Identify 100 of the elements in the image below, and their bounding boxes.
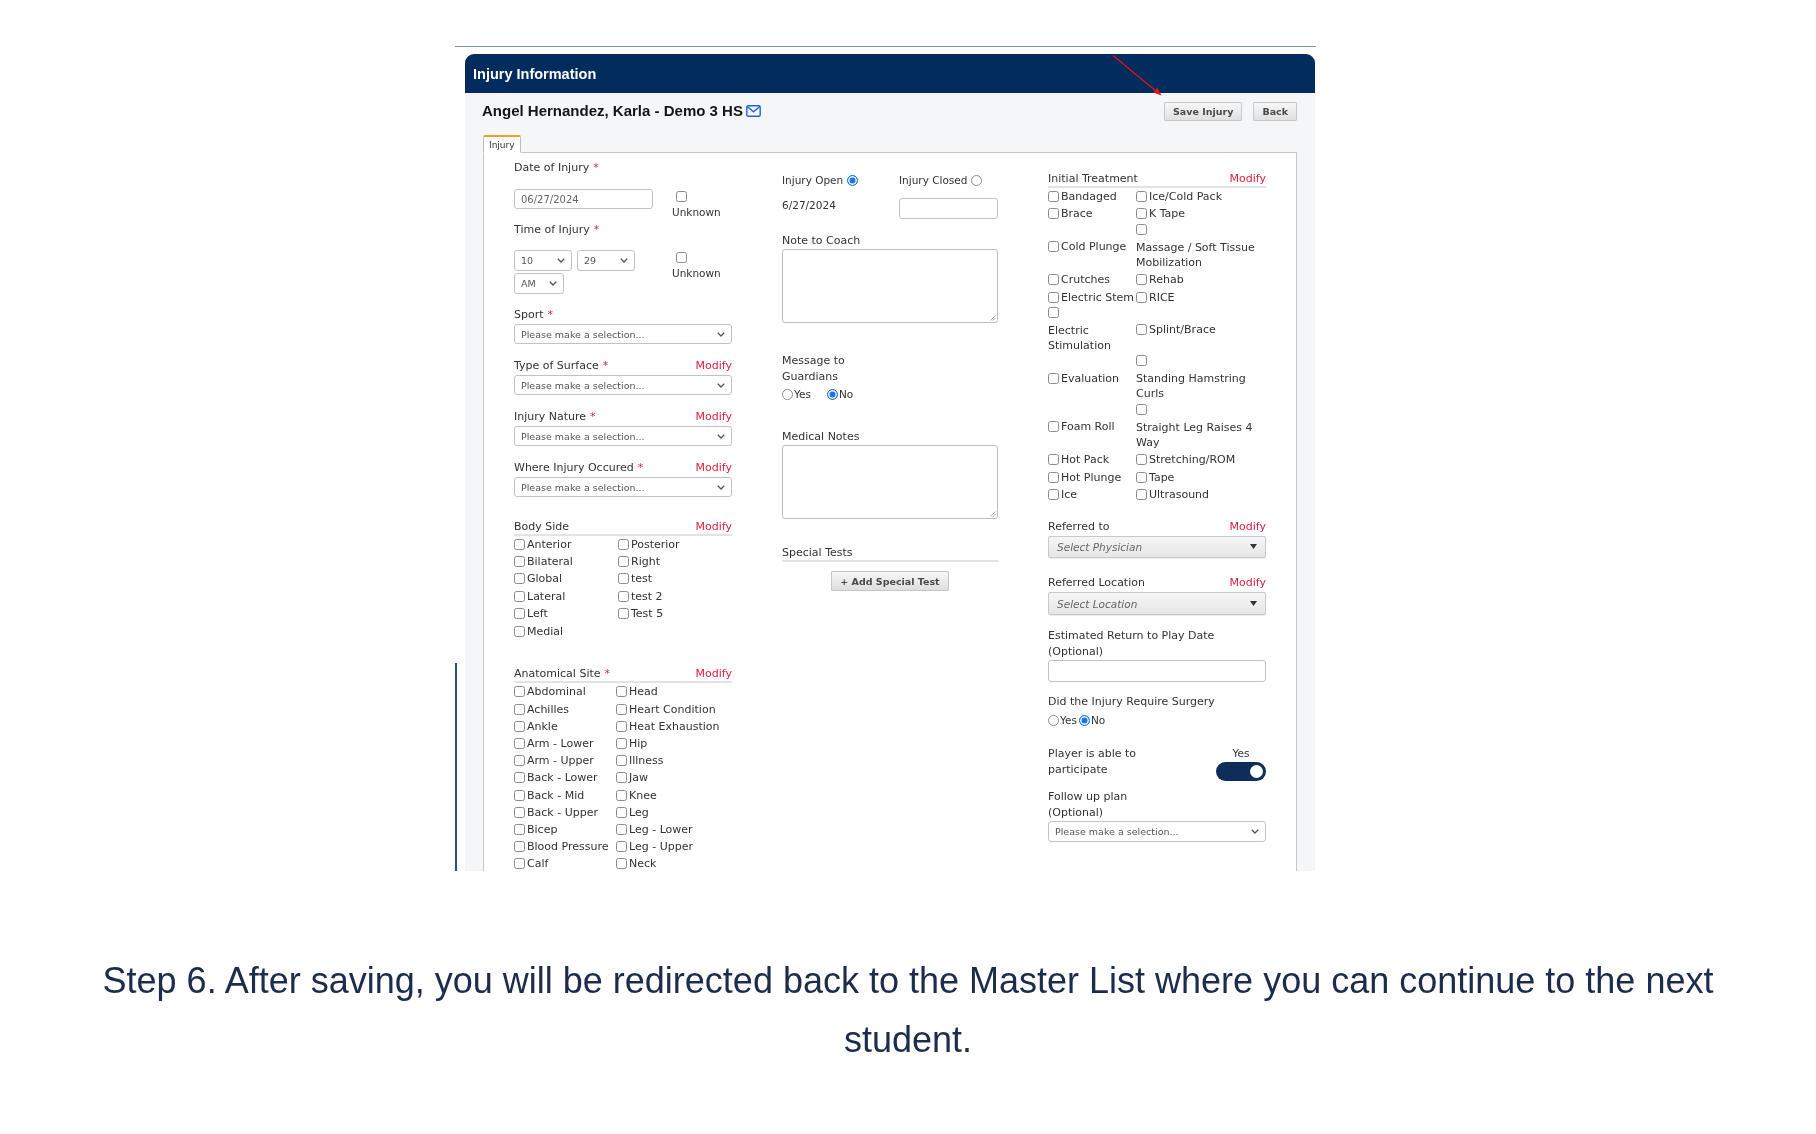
- checkbox[interactable]: [514, 755, 525, 767]
- text-area[interactable]: [782, 248, 998, 323]
- checkbox[interactable]: [1048, 471, 1059, 483]
- checkbox[interactable]: [676, 191, 687, 202]
- field-label: Follow up plan (Optional): [1048, 789, 1129, 822]
- checkbox[interactable]: [1048, 421, 1059, 433]
- toggle-switch[interactable]: [1216, 762, 1266, 782]
- checkbox[interactable]: [1048, 291, 1059, 303]
- checkbox[interactable]: [616, 789, 627, 801]
- modify-link[interactable]: Modify: [695, 357, 732, 373]
- select-field[interactable]: AM: [514, 273, 564, 294]
- checkbox[interactable]: [616, 703, 627, 715]
- checkbox[interactable]: [1048, 191, 1059, 202]
- checkbox[interactable]: [1048, 372, 1059, 384]
- checkbox[interactable]: [618, 573, 629, 585]
- checkbox[interactable]: [618, 538, 629, 550]
- checkbox[interactable]: [616, 738, 627, 749]
- checkbox[interactable]: [1136, 208, 1147, 220]
- select-field[interactable]: 29: [577, 250, 635, 271]
- select-field[interactable]: Please make a selection...: [514, 477, 732, 497]
- checkbox[interactable]: [676, 252, 687, 263]
- checkbox[interactable]: [1048, 274, 1059, 286]
- modify-link[interactable]: Modify: [695, 518, 732, 534]
- select-field[interactable]: Select Location: [1048, 592, 1266, 616]
- select-field[interactable]: Please make a selection...: [1048, 821, 1266, 843]
- checkbox[interactable]: [1048, 208, 1059, 220]
- checkbox[interactable]: [618, 556, 629, 568]
- checkbox[interactable]: [1048, 306, 1059, 318]
- checkbox[interactable]: [1136, 403, 1147, 415]
- field-label: Referred to: [1048, 518, 1110, 534]
- checkbox[interactable]: [514, 556, 525, 568]
- checkbox[interactable]: [1048, 241, 1059, 253]
- radio-button[interactable]: [847, 175, 859, 186]
- date-input[interactable]: [899, 198, 998, 219]
- checkbox[interactable]: [618, 608, 629, 620]
- checkbox[interactable]: [1136, 274, 1147, 286]
- checkbox[interactable]: [1136, 488, 1147, 500]
- checkbox[interactable]: [514, 590, 525, 602]
- option-label: Leg: [629, 804, 649, 820]
- mail-icon[interactable]: [745, 105, 761, 117]
- checkbox[interactable]: [514, 806, 525, 818]
- option-label: Knee: [629, 787, 657, 803]
- chevron-down-icon: [620, 258, 628, 263]
- select-field[interactable]: 10: [514, 250, 572, 271]
- modify-link[interactable]: Modify: [695, 666, 732, 682]
- checkbox[interactable]: [514, 608, 525, 620]
- action-button[interactable]: Save Injury: [1164, 102, 1243, 121]
- checkbox[interactable]: [1136, 324, 1147, 336]
- checkbox[interactable]: [1136, 223, 1147, 235]
- checkbox[interactable]: [616, 720, 627, 732]
- select-field[interactable]: Select Physician: [1048, 535, 1266, 558]
- radio-button[interactable]: [971, 175, 983, 186]
- checkbox[interactable]: [1136, 291, 1147, 303]
- checkbox[interactable]: [616, 841, 627, 853]
- modify-link[interactable]: Modify: [695, 459, 732, 475]
- checkbox[interactable]: [1136, 191, 1147, 202]
- select-field[interactable]: Please make a selection...: [514, 426, 732, 446]
- checkbox[interactable]: [616, 755, 627, 767]
- checkbox[interactable]: [616, 772, 627, 784]
- tab[interactable]: Injury: [483, 135, 521, 153]
- date-input[interactable]: 06/27/2024: [514, 189, 653, 209]
- checkbox[interactable]: [514, 823, 525, 835]
- modify-link[interactable]: Modify: [695, 408, 732, 424]
- checkbox[interactable]: [1048, 454, 1059, 466]
- radio-button[interactable]: [827, 389, 838, 400]
- checkbox[interactable]: [616, 858, 627, 870]
- modify-link[interactable]: Modify: [1229, 575, 1266, 591]
- option-label: Straight Leg Raises 4 Way: [1136, 419, 1254, 450]
- radio-button[interactable]: [782, 389, 793, 400]
- checkbox[interactable]: [514, 858, 525, 870]
- checkbox[interactable]: [1048, 488, 1059, 500]
- checkbox[interactable]: [1136, 355, 1147, 367]
- checkbox[interactable]: [616, 823, 627, 835]
- checkbox[interactable]: [514, 538, 525, 550]
- checkbox[interactable]: [616, 806, 627, 818]
- checkbox[interactable]: [514, 738, 525, 749]
- select-field[interactable]: Please make a selection...: [514, 324, 732, 344]
- modify-link[interactable]: Modify: [1229, 171, 1266, 186]
- action-button[interactable]: Back: [1253, 102, 1297, 121]
- checkbox[interactable]: [514, 772, 525, 784]
- checkbox[interactable]: [514, 789, 525, 801]
- checkbox[interactable]: [1136, 471, 1147, 483]
- checkbox[interactable]: [514, 625, 525, 637]
- checkbox[interactable]: [514, 573, 525, 585]
- add-special-test-button[interactable]: + Add Special Test: [831, 571, 949, 591]
- checkbox[interactable]: [514, 703, 525, 715]
- required-mark: *: [593, 160, 599, 175]
- text-area[interactable]: [782, 444, 998, 519]
- radio-button[interactable]: [1078, 714, 1090, 726]
- modify-link[interactable]: Modify: [1229, 518, 1266, 534]
- checkbox[interactable]: [618, 590, 629, 602]
- radio-button[interactable]: [1048, 714, 1059, 726]
- checkbox[interactable]: [1136, 454, 1147, 466]
- checkbox[interactable]: [514, 841, 525, 853]
- checkbox[interactable]: [514, 686, 525, 698]
- select-field[interactable]: Please make a selection...: [514, 375, 732, 395]
- resize-grip-icon: [990, 510, 996, 517]
- checkbox[interactable]: [616, 686, 627, 698]
- checkbox[interactable]: [514, 720, 525, 732]
- date-input[interactable]: [1048, 660, 1266, 683]
